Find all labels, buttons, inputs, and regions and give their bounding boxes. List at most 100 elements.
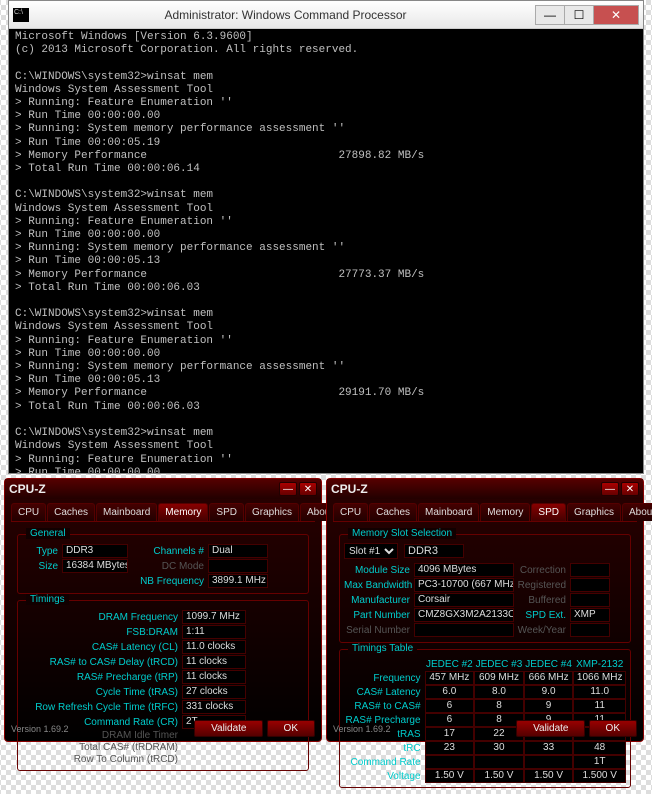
tab-cpu[interactable]: CPU: [333, 503, 368, 521]
cl-value: 11.0 clocks: [182, 640, 246, 654]
cmd-title: Administrator: Windows Command Processor: [35, 8, 536, 22]
fsbdram-value: 1:11: [182, 625, 246, 639]
tab-memory[interactable]: Memory: [158, 503, 208, 521]
slot-select[interactable]: Slot #1: [344, 543, 398, 559]
tab-cpu[interactable]: CPU: [11, 503, 46, 521]
table-cell: 1.50 V: [425, 769, 475, 783]
close-button[interactable]: ✕: [299, 482, 317, 496]
cpuz-title-bar[interactable]: CPU-Z — ✕: [5, 479, 321, 499]
table-cell: [425, 755, 475, 769]
cmd-output[interactable]: Microsoft Windows [Version 6.3.9600] (c)…: [9, 29, 643, 473]
maximize-button[interactable]: ☐: [564, 5, 594, 25]
table-cell: 6: [425, 699, 475, 713]
reg-label: Registered: [514, 580, 570, 591]
corr-label: Correction: [514, 565, 570, 576]
cpuz-title: CPU-Z: [9, 482, 277, 496]
nbfreq-value: 3899.1 MHz: [208, 574, 268, 588]
version-text: Version 1.69.2: [11, 724, 69, 734]
table-cell: [474, 755, 524, 769]
wy-value: [570, 623, 610, 637]
table-cell: 666 MHz: [524, 671, 574, 685]
maxbw-label: Max Bandwidth: [344, 580, 414, 591]
row-label: tRC: [344, 741, 425, 755]
tab-spd[interactable]: SPD: [209, 503, 244, 521]
modsize-value: 4096 MBytes: [414, 563, 514, 577]
table-cell: 457 MHz: [425, 671, 475, 685]
timings-legend: Timings: [26, 594, 69, 605]
cpuz-title-bar[interactable]: CPU-Z — ✕: [327, 479, 643, 499]
table-cell: [524, 755, 574, 769]
dramfreq-value: 1099.7 MHz: [182, 610, 246, 624]
table-cell: 48: [573, 741, 626, 755]
row-label: Frequency: [344, 671, 425, 685]
cmd-window: Administrator: Windows Command Processor…: [8, 0, 644, 474]
tab-graphics[interactable]: Graphics: [245, 503, 299, 521]
dcmode-value: [208, 559, 268, 573]
table-cell: 1.500 V: [573, 769, 626, 783]
size-value: 16384 MBytes: [62, 559, 128, 573]
trfc-value: 331 clocks: [182, 700, 246, 714]
type-value: DDR3: [62, 544, 128, 558]
dramfreq-label: DRAM Frequency: [22, 612, 182, 623]
table-cell: 1T: [573, 755, 626, 769]
table-cell: 9.0: [524, 685, 574, 699]
table-cell: 1.50 V: [474, 769, 524, 783]
reg-value: [570, 578, 610, 592]
type-label: Type: [22, 546, 62, 557]
trp-value: 11 clocks: [182, 670, 246, 684]
close-button[interactable]: ✕: [593, 5, 639, 25]
cmd-title-bar[interactable]: Administrator: Windows Command Processor…: [9, 1, 643, 29]
slot-selection-fieldset: Memory Slot Selection Slot #1 DDR3 Modul…: [339, 534, 631, 643]
trdram_lbl: Total CAS# (tRDRAM): [22, 742, 182, 753]
col-header: JEDEC #4: [524, 658, 574, 671]
channels-label: Channels #: [128, 546, 208, 557]
wy-label: Week/Year: [514, 625, 570, 636]
cpuz-tabs: CPUCachesMainboardMemorySPDGraphicsAbout: [11, 503, 315, 522]
cpuz-tabs: CPUCachesMainboardMemorySPDGraphicsAbout: [333, 503, 637, 522]
buf-value: [570, 593, 610, 607]
cpuz-spd-window: CPU-Z — ✕ CPUCachesMainboardMemorySPDGra…: [326, 478, 644, 742]
tab-mainboard[interactable]: Mainboard: [418, 503, 479, 521]
table-cell: 23: [425, 741, 475, 755]
tab-mainboard[interactable]: Mainboard: [96, 503, 157, 521]
corr-value: [570, 563, 610, 577]
validate-button[interactable]: Validate: [194, 720, 263, 737]
table-cell: 30: [474, 741, 524, 755]
tab-graphics[interactable]: Graphics: [567, 503, 621, 521]
timings-table-legend: Timings Table: [348, 643, 417, 654]
tab-spd[interactable]: SPD: [531, 503, 566, 521]
minimize-button[interactable]: —: [535, 5, 565, 25]
cpuz-title: CPU-Z: [331, 482, 599, 496]
table-cell: 6.0: [425, 685, 475, 699]
general-legend: General: [26, 528, 70, 539]
size-label: Size: [22, 561, 62, 572]
table-cell: 1066 MHz: [573, 671, 626, 685]
tab-about[interactable]: About: [622, 503, 652, 521]
table-cell: 1.50 V: [524, 769, 574, 783]
trcd2_lbl: Row To Column (tRCD): [22, 754, 182, 765]
tab-memory[interactable]: Memory: [480, 503, 530, 521]
ok-button[interactable]: OK: [267, 720, 315, 737]
row-label: CAS# Latency: [344, 685, 425, 699]
table-cell: 8.0: [474, 685, 524, 699]
validate-button[interactable]: Validate: [516, 720, 585, 737]
tab-caches[interactable]: Caches: [369, 503, 417, 521]
minimize-button[interactable]: —: [601, 482, 619, 496]
general-fieldset: General Type DDR3 Channels # Dual Size 1…: [17, 534, 309, 594]
table-cell: 11.0: [573, 685, 626, 699]
ok-button[interactable]: OK: [589, 720, 637, 737]
table-cell: 609 MHz: [474, 671, 524, 685]
channels-value: Dual: [208, 544, 268, 558]
close-button[interactable]: ✕: [621, 482, 639, 496]
tras-value: 27 clocks: [182, 685, 246, 699]
trfc-label: Row Refresh Cycle Time (tRFC): [22, 702, 182, 713]
minimize-button[interactable]: —: [279, 482, 297, 496]
manuf-label: Manufacturer: [344, 595, 414, 606]
timings-fieldset: Timings DRAM Frequency1099.7 MHzFSB:DRAM…: [17, 600, 309, 771]
manuf-value: Corsair: [414, 593, 514, 607]
cmd-icon: [13, 8, 29, 22]
timings-table-fieldset: Timings Table JEDEC #2JEDEC #3JEDEC #4XM…: [339, 649, 631, 788]
row-label: RAS# to CAS#: [344, 699, 425, 713]
col-header: [344, 658, 425, 671]
tab-caches[interactable]: Caches: [47, 503, 95, 521]
